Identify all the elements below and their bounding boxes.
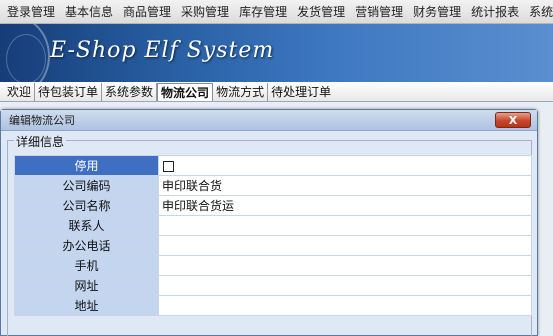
property-label-company-code[interactable]: 公司编码	[14, 175, 159, 196]
menu-item-purchasing[interactable]: 采购管理	[178, 3, 232, 20]
groupbox-legend: 详细信息	[14, 133, 67, 150]
tab-logistics-method[interactable]: 物流方式	[213, 83, 269, 101]
property-row-mobile: 手机	[14, 255, 532, 276]
dialog-title: 编辑物流公司	[9, 114, 75, 127]
company-code-field[interactable]: 申印联合货	[158, 175, 532, 196]
company-name-field[interactable]: 申印联合货运	[158, 195, 532, 216]
property-value-disabled[interactable]	[158, 155, 532, 176]
property-row-office-phone: 办公电话	[14, 235, 532, 256]
app-logo-title: E-Shop Elf System	[50, 38, 275, 63]
property-row-company-code: 公司编码 申印联合货	[14, 175, 532, 196]
menu-item-login[interactable]: 登录管理	[4, 3, 58, 20]
app-banner: E-Shop Elf System	[0, 24, 553, 82]
tab-pending-packing-orders[interactable]: 待包装订单	[35, 83, 103, 101]
banner-decoration-inner	[6, 34, 46, 82]
property-label-mobile[interactable]: 手机	[14, 255, 159, 276]
address-field[interactable]	[158, 295, 532, 316]
property-label-address[interactable]: 地址	[14, 295, 159, 316]
menu-item-reports[interactable]: 统计报表	[468, 3, 522, 20]
property-label-contact[interactable]: 联系人	[14, 215, 159, 236]
dialog-title-bar[interactable]: 编辑物流公司 X	[1, 110, 537, 131]
property-row-contact: 联系人	[14, 215, 532, 236]
contact-field[interactable]	[158, 215, 532, 236]
menu-item-basic-info[interactable]: 基本信息	[62, 3, 116, 20]
disabled-checkbox[interactable]	[163, 160, 174, 172]
property-row-address: 地址	[14, 295, 532, 316]
menu-item-shipping[interactable]: 发货管理	[294, 3, 348, 20]
tab-logistics-company[interactable]: 物流公司	[157, 83, 214, 101]
property-label-company-name[interactable]: 公司名称	[14, 195, 159, 216]
tab-pending-orders[interactable]: 待处理订单	[268, 83, 334, 101]
document-tab-bar: 欢迎 待包装订单 系统参数 物流公司 物流方式 待处理订单	[0, 82, 553, 102]
edit-logistics-company-dialog: 编辑物流公司 X 详细信息 停用 公司编码 申印联合货 公司名称 申印联合货运 …	[0, 109, 538, 336]
mobile-field[interactable]	[158, 255, 532, 276]
menu-item-system[interactable]: 系统管	[526, 3, 553, 20]
property-label-website[interactable]: 网址	[14, 275, 159, 296]
tab-welcome[interactable]: 欢迎	[4, 83, 36, 101]
property-row-disabled: 停用	[14, 155, 532, 176]
menu-item-inventory[interactable]: 库存管理	[236, 3, 290, 20]
office-phone-field[interactable]	[158, 235, 532, 256]
close-icon: X	[508, 113, 518, 127]
property-label-office-phone[interactable]: 办公电话	[14, 235, 159, 256]
menu-item-marketing[interactable]: 营销管理	[352, 3, 406, 20]
close-button[interactable]: X	[495, 112, 531, 128]
menu-item-products[interactable]: 商品管理	[120, 3, 174, 20]
website-field[interactable]	[158, 275, 532, 296]
main-menu-bar: 登录管理 基本信息 商品管理 采购管理 库存管理 发货管理 营销管理 财务管理 …	[0, 0, 553, 24]
details-groupbox: 详细信息 停用 公司编码 申印联合货 公司名称 申印联合货运 联系人 办公电话 …	[7, 133, 532, 336]
property-grid: 停用 公司编码 申印联合货 公司名称 申印联合货运 联系人 办公电话 手机 网址…	[14, 155, 532, 316]
property-row-website: 网址	[14, 275, 532, 296]
menu-item-finance[interactable]: 财务管理	[410, 3, 464, 20]
property-row-company-name: 公司名称 申印联合货运	[14, 195, 532, 216]
tab-system-parameters[interactable]: 系统参数	[102, 83, 158, 101]
property-label-disabled[interactable]: 停用	[14, 155, 159, 176]
